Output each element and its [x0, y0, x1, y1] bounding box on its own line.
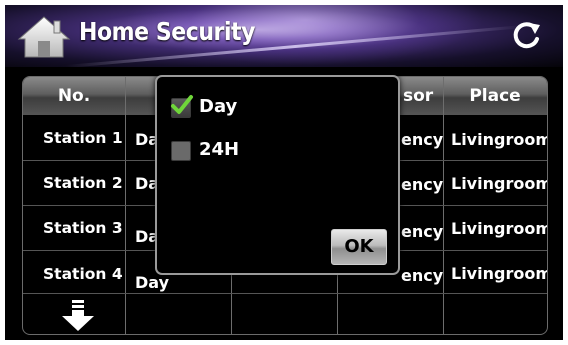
checkmark-icon	[171, 95, 193, 114]
table-cell-station[interactable]: Station 2	[43, 174, 123, 192]
column-header-place: Place	[469, 86, 521, 106]
schedule-mode-dialog: Day 24H OK	[155, 75, 400, 275]
arrow-down-icon[interactable]	[58, 300, 98, 332]
option-day-label: Day	[199, 96, 238, 117]
table-cell-sensor[interactable]: ency	[401, 266, 443, 285]
row-divider	[23, 293, 547, 294]
table-cell-station[interactable]: Station 4	[43, 265, 123, 283]
app-title: Home Security	[79, 17, 256, 46]
table-cell-place[interactable]: Livingroom	[451, 264, 547, 283]
option-24h-label: 24H	[199, 139, 240, 160]
header-bar: Home Security	[5, 5, 563, 67]
day-checkbox[interactable]	[171, 95, 193, 118]
screen: Home Security No. sor Place Station 1 Da…	[5, 5, 563, 340]
refresh-icon[interactable]	[509, 19, 543, 53]
table-cell-sensor[interactable]: ency	[401, 222, 443, 241]
table-cell-station[interactable]: Station 1	[43, 129, 123, 147]
24h-checkbox[interactable]	[171, 141, 191, 161]
table-cell-place[interactable]: Livingroom	[451, 219, 547, 238]
table-cell-place[interactable]: Livingroom	[451, 130, 547, 149]
table-cell-sensor[interactable]: ency	[401, 130, 443, 149]
table-cell-sensor[interactable]: ency	[401, 175, 443, 194]
ok-button[interactable]: OK	[331, 229, 387, 265]
column-header-no: No.	[57, 86, 91, 106]
table-cell-mode[interactable]: Day	[135, 273, 169, 292]
home-icon[interactable]	[17, 15, 71, 59]
table-cell-station[interactable]: Station 3	[43, 219, 123, 237]
table-cell-place[interactable]: Livingroom	[451, 174, 547, 193]
